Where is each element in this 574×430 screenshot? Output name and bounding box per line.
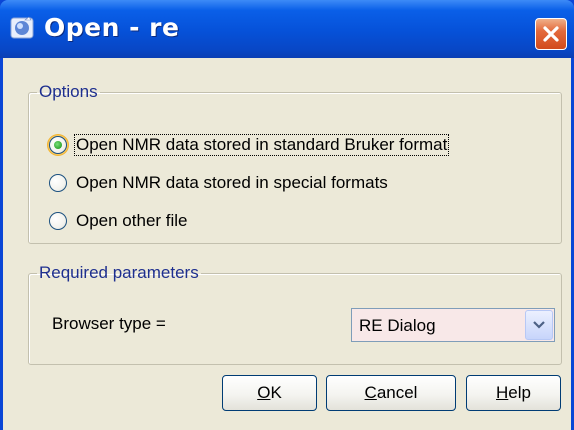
- browser-type-value: RE Dialog: [359, 316, 436, 335]
- help-label-rest: elp: [508, 383, 531, 402]
- options-legend: Options: [39, 82, 98, 101]
- radio-button[interactable]: [49, 174, 67, 192]
- help-mnemonic: H: [496, 383, 509, 402]
- help-button[interactable]: Help: [466, 375, 561, 411]
- radio-other-file[interactable]: Open other file: [49, 208, 189, 234]
- ok-button[interactable]: OK: [222, 375, 317, 411]
- dialog-client-area: Options Open NMR data stored in standard…: [3, 58, 571, 430]
- cancel-label-rest: ancel: [376, 383, 418, 402]
- radio-label: Open NMR data stored in special formats: [76, 173, 388, 192]
- browser-type-select[interactable]: RE Dialog: [351, 308, 555, 342]
- radio-label: Open NMR data stored in standard Bruker …: [73, 134, 450, 156]
- close-icon: [543, 26, 559, 42]
- browser-type-label: Browser type =: [52, 314, 166, 333]
- cancel-button[interactable]: Cancel: [326, 375, 456, 411]
- cancel-mnemonic: C: [364, 383, 377, 402]
- dropdown-button[interactable]: [525, 310, 553, 340]
- dialog-window: Open - re Options Open NMR data stored i…: [0, 0, 574, 430]
- close-button[interactable]: [535, 18, 567, 50]
- ok-label-rest: K: [270, 383, 282, 402]
- radio-standard-bruker[interactable]: Open NMR data stored in standard Bruker …: [49, 132, 450, 158]
- chevron-down-icon: [533, 321, 545, 329]
- app-icon: [10, 15, 36, 41]
- ok-mnemonic: O: [257, 383, 271, 402]
- radio-button-checked[interactable]: [49, 136, 67, 154]
- radio-label: Open other file: [76, 211, 188, 230]
- title-bar[interactable]: Open - re: [0, 0, 574, 58]
- window-title: Open - re: [44, 13, 180, 42]
- required-parameters-legend: Required parameters: [39, 263, 199, 282]
- radio-button[interactable]: [49, 212, 67, 230]
- radio-special-formats[interactable]: Open NMR data stored in special formats: [49, 170, 389, 196]
